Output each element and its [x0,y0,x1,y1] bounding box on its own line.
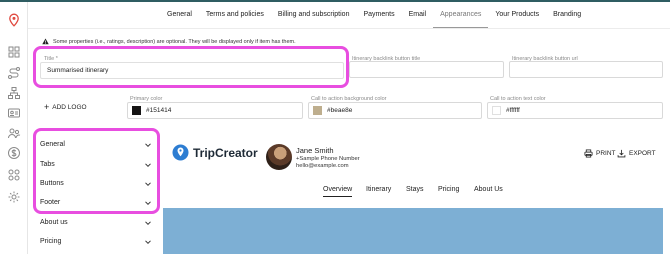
tab-your-products[interactable]: Your Products [488,2,546,28]
backlink-url-input[interactable] [509,61,663,78]
accordion-label: Buttons [40,180,64,187]
tab-general[interactable]: General [160,2,199,28]
apps-icon[interactable] [7,168,21,182]
accordion-label: General [40,141,65,148]
settings-page: General Terms and policies Billing and s… [0,0,670,254]
chevron-down-icon [145,200,151,205]
chevron-down-icon [145,142,151,147]
print-label: PRINT [596,150,616,157]
plus-icon: + [44,102,50,112]
notice-text: Some properties (i.e., ratings, descript… [53,38,296,45]
tab-appearances[interactable]: Appearances [433,2,489,28]
tab-email[interactable]: Email [402,2,434,28]
location-pin-icon[interactable] [7,13,21,27]
cta-bg-field[interactable]: #beae8e [308,102,482,119]
accordion-buttons[interactable]: Buttons [40,174,152,193]
chevron-down-icon [145,220,151,225]
location-pin-icon [172,144,189,161]
people-icon[interactable] [7,126,21,140]
accordion-label: Pricing [40,238,62,245]
cta-text-field[interactable]: #ffffff [487,102,663,119]
contact-phone: +Sample Phone Number [296,156,360,162]
id-card-icon[interactable] [7,106,21,120]
accordion-about-us[interactable]: About us [40,213,152,232]
accordion-label: Tabs [40,161,55,168]
accordion-tabs[interactable]: Tabs [40,155,152,174]
printer-icon [584,149,593,158]
accordion-label: About us [40,219,68,226]
preview-nav-itinerary[interactable]: Itinerary [366,186,391,193]
primary-color-value: #151414 [146,107,172,114]
primary-color-swatch[interactable] [132,106,141,115]
gear-icon[interactable] [7,190,21,204]
preview-nav-pricing[interactable]: Pricing [438,186,459,193]
accordion-label: Footer [40,199,61,206]
preview-hero-image [163,208,663,254]
tab-payments[interactable]: Payments [356,2,401,28]
tabs-divider [28,28,670,29]
optional-properties-notice: Some properties (i.e., ratings, descript… [42,38,296,45]
preview-logo: TripCreator [172,144,258,161]
tab-terms-and-policies[interactable]: Terms and policies [199,2,271,28]
preview-logo-text: TripCreator [193,145,258,160]
settings-tabs: General Terms and policies Billing and s… [160,2,588,28]
chevron-down-icon [145,239,151,244]
cta-text-value: #ffffff [506,107,520,114]
primary-color-field[interactable]: #151414 [127,102,303,119]
warning-icon [42,38,49,45]
print-button[interactable]: PRINT [584,149,616,158]
route-icon[interactable] [7,66,21,80]
export-button[interactable]: EXPORT [617,149,656,158]
grid-icon[interactable] [7,45,21,59]
dollar-icon[interactable] [7,146,21,160]
tab-billing-and-subscription[interactable]: Billing and subscription [271,2,357,28]
icon-rail [0,2,28,254]
contact-email: hello@example.com [296,163,349,169]
add-logo-label: ADD LOGO [52,103,87,111]
title-input[interactable]: Summarised itinerary [40,62,344,79]
cta-bg-swatch[interactable] [313,106,322,115]
preview-contact: Jane Smith +Sample Phone Number hello@ex… [296,146,360,169]
preview-nav-stays[interactable]: Stays [406,186,424,193]
export-icon [617,149,626,158]
chevron-down-icon [145,181,151,186]
tab-branding[interactable]: Branding [546,2,588,28]
accordion-footer[interactable]: Footer [40,193,152,212]
backlink-title-input[interactable] [349,61,504,78]
cta-text-swatch[interactable] [492,106,501,115]
chevron-down-icon [145,162,151,167]
preview-nav-about-us[interactable]: About Us [474,186,503,193]
sitemap-icon[interactable] [7,86,21,100]
add-logo-button[interactable]: + ADD LOGO [44,102,87,112]
contact-name: Jane Smith [296,146,334,155]
avatar [266,144,292,170]
accordion-general[interactable]: General [40,135,152,154]
preview-nav-overview[interactable]: Overview [323,186,353,197]
accordion-pricing[interactable]: Pricing [40,232,152,251]
cta-bg-value: #beae8e [327,107,353,114]
export-label: EXPORT [629,150,656,157]
